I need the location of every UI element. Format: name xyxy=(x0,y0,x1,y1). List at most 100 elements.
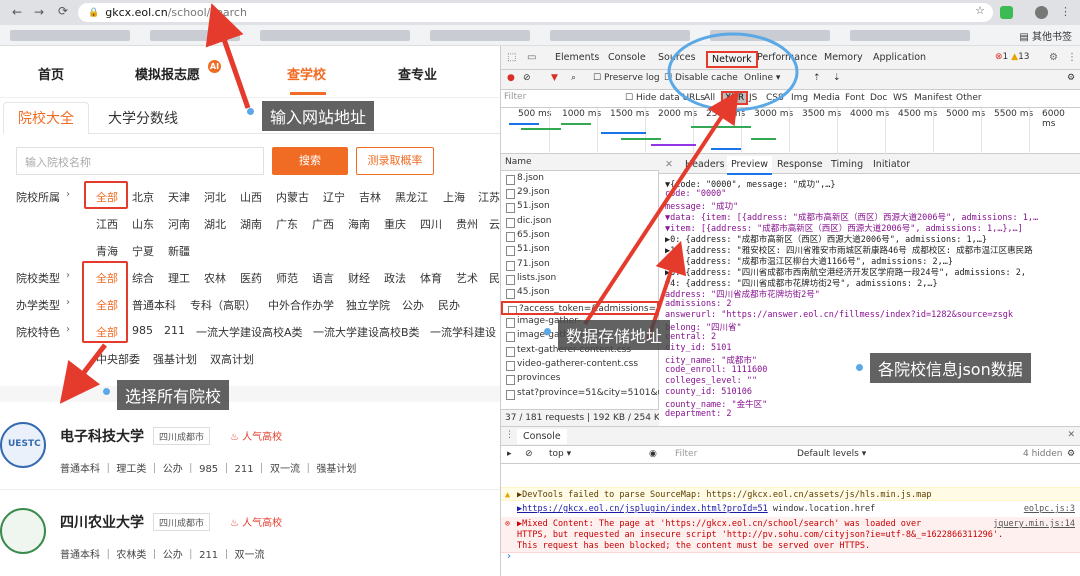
filter-img[interactable]: Img xyxy=(791,93,808,103)
network-filter-input[interactable]: Filter xyxy=(504,92,624,105)
request-row[interactable]: 51.json xyxy=(501,243,659,257)
feature-option[interactable]: 一流大学建设高校B类 xyxy=(313,324,420,340)
disable-cache-checkbox[interactable]: ☐ Disable cache xyxy=(664,73,738,83)
nav-simulate[interactable]: 模拟报志愿 xyxy=(135,64,200,83)
request-row[interactable]: video-gatherer-content.css xyxy=(501,358,659,372)
hide-data-urls-checkbox[interactable]: ☐ Hide data URLs xyxy=(625,93,705,103)
type-option[interactable]: 财经 xyxy=(348,270,370,286)
location-option[interactable]: 青海 xyxy=(96,243,118,259)
filter-js[interactable]: JS xyxy=(749,93,757,103)
level-option[interactable]: 普通本科 xyxy=(132,297,176,313)
tab-headers[interactable]: Headers xyxy=(685,159,725,170)
location-option[interactable]: 内蒙古 xyxy=(276,189,309,205)
location-option[interactable]: 广西 xyxy=(312,216,334,232)
device-toggle-icon[interactable]: ▭ xyxy=(527,52,536,63)
close-detail-icon[interactable]: ✕ xyxy=(665,159,673,170)
inspect-icon[interactable]: ⬚ xyxy=(507,52,516,63)
clear-icon[interactable]: ⊘ xyxy=(523,73,531,83)
bookmark-blurred[interactable] xyxy=(710,30,830,41)
feature-option[interactable]: 985 xyxy=(132,324,153,337)
location-option[interactable]: 黑龙江 xyxy=(395,189,428,205)
tab-timing[interactable]: Timing xyxy=(831,159,863,170)
location-option[interactable]: 江西 xyxy=(96,216,118,232)
filter-ws[interactable]: WS xyxy=(893,93,908,103)
tab-score-line[interactable]: 大学分数线 xyxy=(108,108,178,128)
extension-icon[interactable] xyxy=(1000,6,1013,19)
network-settings-icon[interactable]: ⚙ xyxy=(1067,73,1075,83)
location-option[interactable]: 上海 xyxy=(443,189,465,205)
type-option[interactable]: 师范 xyxy=(276,270,298,286)
filter-funnel-icon[interactable]: ▼ xyxy=(551,73,558,83)
menu-icon[interactable]: ⋮ xyxy=(1060,5,1071,18)
test-probability-button[interactable]: 测录取概率 xyxy=(356,147,434,175)
filter-media[interactable]: Media xyxy=(813,93,840,103)
location-option[interactable]: 宁夏 xyxy=(132,243,154,259)
filter-all[interactable]: All xyxy=(704,93,715,103)
context-select[interactable]: top ▾ xyxy=(549,449,571,459)
feature-option[interactable]: 中央部委 xyxy=(96,351,140,367)
nav-home[interactable]: 首页 xyxy=(38,64,64,83)
preserve-log-checkbox[interactable]: ☐ Preserve log xyxy=(593,73,660,83)
console-error[interactable]: ⊗ ▶Mixed Content: The page at 'https://g… xyxy=(501,517,1080,553)
type-option[interactable]: 农林 xyxy=(204,270,226,286)
type-option[interactable]: 理工 xyxy=(168,270,190,286)
clear-console-icon[interactable]: ⊘ xyxy=(525,449,533,459)
type-option[interactable]: 民 xyxy=(489,270,500,286)
level-option[interactable]: 民办 xyxy=(438,297,460,313)
location-option[interactable]: 山西 xyxy=(240,189,262,205)
request-row[interactable]: 65.json xyxy=(501,229,659,243)
location-option[interactable]: 广东 xyxy=(276,216,298,232)
request-row[interactable]: lists.json xyxy=(501,272,659,286)
filter-font[interactable]: Font xyxy=(845,93,865,103)
drawer-menu-icon[interactable]: ⋮ xyxy=(505,430,514,440)
location-option[interactable]: 辽宁 xyxy=(323,189,345,205)
location-option[interactable]: 湖北 xyxy=(204,216,226,232)
tab-response[interactable]: Response xyxy=(777,159,823,170)
console-drawer-tab[interactable]: Console xyxy=(517,429,567,444)
request-row[interactable]: 8.json xyxy=(501,172,659,186)
location-option[interactable]: 山东 xyxy=(132,216,154,232)
feature-option[interactable]: 一流学科建设 xyxy=(430,324,496,340)
location-option[interactable]: 贵州 xyxy=(456,216,478,232)
bookmark-blurred[interactable] xyxy=(10,30,130,41)
filter-css[interactable]: CSS xyxy=(766,93,784,103)
school-card[interactable]: UESTC 电子科技大学 四川成都市 ♨ 人气高校 普通本科 ｜ 理工类 ｜ 公… xyxy=(0,422,500,486)
tab-console[interactable]: Console xyxy=(608,52,646,63)
tab-preview[interactable]: Preview xyxy=(727,156,772,175)
bookmark-blurred[interactable] xyxy=(850,30,970,41)
location-option[interactable]: 重庆 xyxy=(384,216,406,232)
forward-icon[interactable]: → xyxy=(28,5,50,19)
tab-performance[interactable]: Performance xyxy=(757,52,817,63)
tab-memory[interactable]: Memory xyxy=(824,52,863,63)
bookmark-blurred[interactable] xyxy=(150,30,240,41)
log-levels-select[interactable]: Default levels ▾ xyxy=(797,449,866,459)
level-option[interactable]: 中外合作办学 xyxy=(268,297,334,313)
type-option[interactable]: 医药 xyxy=(240,270,262,286)
tab-elements[interactable]: Elements xyxy=(555,52,599,63)
bookmark-blurred[interactable] xyxy=(550,30,690,41)
type-option[interactable]: 体育 xyxy=(420,270,442,286)
tab-school-list[interactable]: 院校大全 xyxy=(3,102,89,134)
location-option[interactable]: 云 xyxy=(489,216,500,232)
feature-option[interactable]: 强基计划 xyxy=(153,351,197,367)
console-filter-input[interactable]: Filter xyxy=(675,449,697,459)
search-icon[interactable]: ⌕ xyxy=(571,73,576,83)
type-option[interactable]: 语言 xyxy=(312,270,334,286)
eye-icon[interactable]: ◉ xyxy=(649,449,657,459)
type-option[interactable]: 艺术 xyxy=(456,270,478,286)
request-row[interactable]: provinces xyxy=(501,372,659,386)
close-drawer-icon[interactable]: ✕ xyxy=(1067,430,1075,440)
record-icon[interactable]: ● xyxy=(507,73,515,83)
address-bar[interactable]: 🔒 gkcx.eol.cn/school/search ☆ xyxy=(78,3,993,22)
console-settings-icon[interactable]: ⚙ xyxy=(1067,449,1075,459)
throttle-select[interactable]: Online ▾ xyxy=(744,73,780,83)
location-option[interactable]: 新疆 xyxy=(168,243,190,259)
location-option[interactable]: 四川 xyxy=(420,216,442,232)
filter-manifest[interactable]: Manifest xyxy=(914,93,952,103)
location-option[interactable]: 吉林 xyxy=(359,189,381,205)
tab-application[interactable]: Application xyxy=(873,52,926,63)
location-option[interactable]: 湖南 xyxy=(240,216,262,232)
type-option[interactable]: 综合 xyxy=(132,270,154,286)
back-icon[interactable]: ← xyxy=(6,5,28,19)
console-prompt-icon[interactable]: › xyxy=(507,551,511,562)
